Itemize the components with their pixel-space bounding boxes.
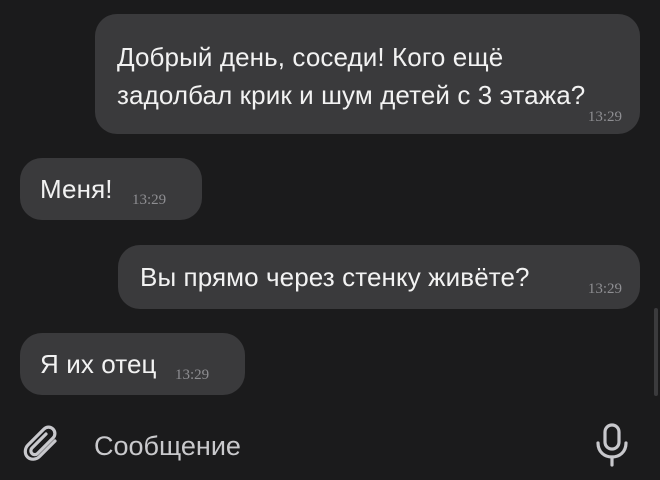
message-bubble-outgoing[interactable]: Добрый день, соседи! Кого ещё задолбал к… [95,14,640,134]
message-bubble-incoming[interactable]: Я их отец 13:29 [20,333,245,395]
message-bubble-incoming[interactable]: Меня! 13:29 [20,158,202,220]
message-text: Меня! [40,174,113,204]
message-composer [0,410,660,480]
message-bubble-outgoing[interactable]: Вы прямо через стенку живёте? 13:29 [118,245,640,309]
message-line: задолбал крик и шум детей с 3 этажа? [117,80,586,110]
message-line: Добрый день, соседи! Кого ещё [117,42,504,72]
message-time: 13:29 [587,109,622,125]
scrollbar[interactable] [654,308,658,396]
microphone-icon[interactable] [592,422,632,468]
message-time: 13:29 [587,281,622,297]
paperclip-icon[interactable] [22,424,64,466]
message-text: Я их отец [40,349,157,379]
message-text: Добрый день, соседи! Кого ещё задолбал к… [117,38,627,114]
chat-window: Добрый день, соседи! Кого ещё задолбал к… [0,0,660,480]
message-time: 13:29 [132,192,167,208]
message-text: Вы прямо через стенку живёте? [140,262,530,292]
message-time: 13:29 [175,367,210,383]
message-input[interactable] [94,426,554,466]
